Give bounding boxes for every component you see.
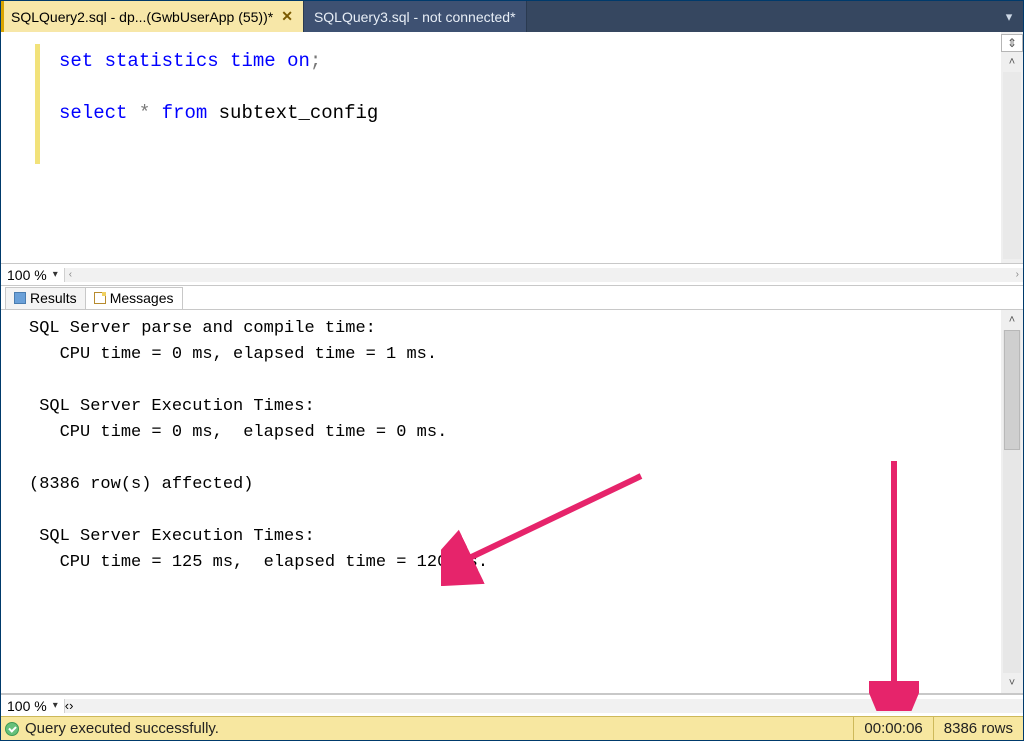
kw-on: on <box>287 50 310 72</box>
scrollbar-thumb[interactable] <box>1004 330 1020 450</box>
kw-statistics: statistics <box>105 50 219 72</box>
results-tabstrip: Results Messages <box>1 286 1023 310</box>
scroll-right-icon[interactable]: › <box>69 698 73 713</box>
editor-vertical-scrollbar[interactable]: ⇕ ˄ <box>1001 32 1023 263</box>
status-bar: Query executed successfully. 00:00:06 83… <box>1 716 1023 740</box>
sql-editor-pane: set statistics time on; select * from su… <box>1 32 1023 264</box>
tab-label: SQLQuery3.sql - not connected* <box>314 9 516 25</box>
semicolon: ; <box>310 50 321 72</box>
scroll-right-icon[interactable]: › <box>1012 269 1023 280</box>
success-icon <box>5 722 19 736</box>
scrollbar-track[interactable] <box>1003 330 1021 673</box>
kw-select: select <box>59 102 127 124</box>
scrollbar-track[interactable] <box>1003 72 1021 259</box>
tabstrip-spacer <box>527 1 995 32</box>
grid-icon <box>14 292 26 304</box>
kw-set: set <box>59 50 93 72</box>
tab-sqlquery3[interactable]: SQLQuery3.sql - not connected* <box>304 1 527 32</box>
document-icon <box>94 292 106 304</box>
kw-time: time <box>230 50 276 72</box>
messages-output[interactable]: SQL Server parse and compile time: CPU t… <box>1 310 1001 693</box>
kw-from: from <box>162 102 208 124</box>
messages-zoom-row: 100 % ▾ ‹ › <box>1 694 1023 716</box>
ssms-editor-window: SQLQuery2.sql - dp...(GwbUserApp (55))* … <box>0 0 1024 741</box>
tab-label: Results <box>30 290 77 306</box>
change-marker <box>35 44 40 164</box>
close-icon[interactable]: ✕ <box>281 8 293 25</box>
star: * <box>139 102 150 124</box>
chevron-down-icon: ▾ <box>1006 9 1013 25</box>
editor-gutter <box>1 32 39 263</box>
sql-editor[interactable]: set statistics time on; select * from su… <box>39 32 1001 263</box>
editor-zoom-row: 100 % ▾ ‹ › <box>1 264 1023 286</box>
tab-label: Messages <box>110 290 174 306</box>
tab-overflow-button[interactable]: ▾ <box>995 1 1023 32</box>
document-tabstrip: SQLQuery2.sql - dp...(GwbUserApp (55))* … <box>1 1 1023 32</box>
scroll-up-icon[interactable]: ˄ <box>1009 56 1015 68</box>
tab-sqlquery2[interactable]: SQLQuery2.sql - dp...(GwbUserApp (55))* … <box>1 1 304 32</box>
editor-horizontal-scrollbar[interactable]: ‹ › <box>64 268 1023 282</box>
chevron-down-icon[interactable]: ▾ <box>53 269 58 280</box>
messages-pane: SQL Server parse and compile time: CPU t… <box>1 310 1023 694</box>
tab-messages[interactable]: Messages <box>85 287 183 309</box>
messages-zoom-level[interactable]: 100 % <box>7 698 47 714</box>
tab-label: SQLQuery2.sql - dp...(GwbUserApp (55))* <box>11 9 273 25</box>
split-pane-handle[interactable]: ⇕ <box>1001 34 1023 52</box>
scroll-up-icon[interactable]: ˄ <box>1009 314 1015 326</box>
ident-table: subtext_config <box>219 102 379 124</box>
tab-results[interactable]: Results <box>5 287 86 309</box>
editor-zoom-level[interactable]: 100 % <box>7 267 47 283</box>
status-row-count: 8386 rows <box>933 717 1023 740</box>
messages-horizontal-scrollbar[interactable]: ‹ › <box>64 699 1023 713</box>
chevron-down-icon[interactable]: ▾ <box>53 700 58 711</box>
messages-vertical-scrollbar[interactable]: ˄ ˅ <box>1001 310 1023 693</box>
status-message: Query executed successfully. <box>25 720 853 737</box>
scroll-down-icon[interactable]: ˅ <box>1009 677 1015 689</box>
status-duration: 00:00:06 <box>853 717 932 740</box>
scroll-left-icon[interactable]: ‹ <box>65 269 76 280</box>
